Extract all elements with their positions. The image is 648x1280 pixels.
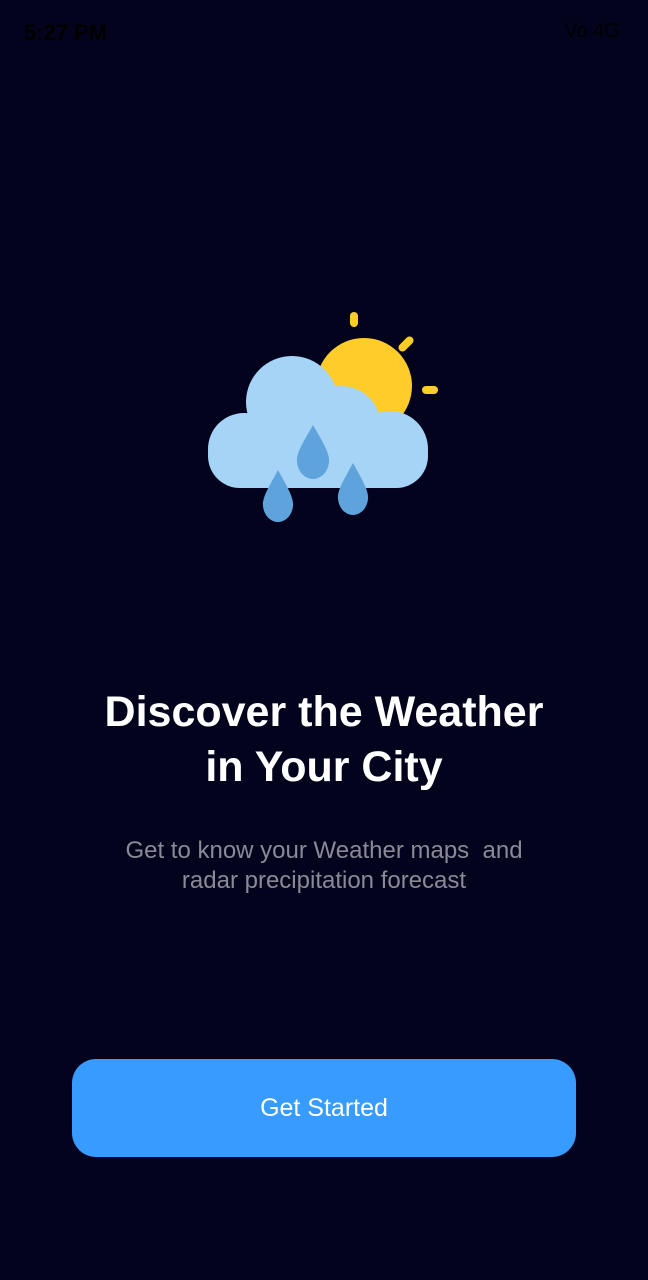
headline-line-1: Discover the Weather — [104, 688, 544, 736]
subtitle: Get to know your Weather maps and radar … — [0, 836, 648, 896]
headline: Discover the Weather in Your City — [0, 685, 648, 795]
sun-ray — [350, 312, 358, 327]
status-time: 5:27 PM — [24, 20, 108, 45]
sun-cloud-rain-icon — [208, 312, 438, 522]
sun-ray — [398, 336, 414, 352]
status-bar: 5:27 PM Vo 4G — [0, 0, 648, 62]
sun-ray — [422, 386, 438, 394]
subtitle-line-2: radar precipitation forecast — [181, 867, 467, 894]
onboarding-screen: 5:27 PM Vo 4G Discover the Weather in Yo… — [0, 0, 648, 1280]
headline-line-2: in Your City — [205, 743, 443, 791]
status-indicators: Vo 4G — [564, 20, 620, 42]
subtitle-line-1: Get to know your Weather maps and — [125, 837, 523, 864]
get-started-button[interactable]: Get Started — [72, 1059, 576, 1157]
